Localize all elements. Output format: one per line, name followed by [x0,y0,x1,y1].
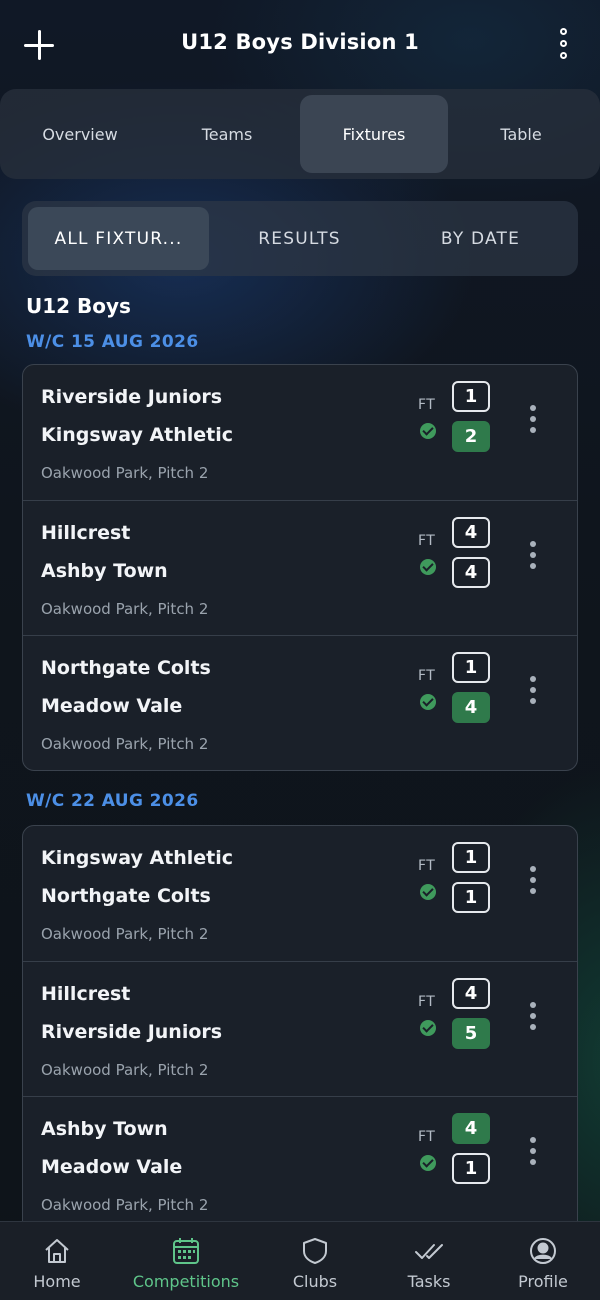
subtab-by-date[interactable]: BY DATE [390,207,571,270]
app-root: U12 Boys Division 1 Overview Teams Fixtu… [0,0,600,1300]
nav-label: Profile [518,1272,568,1291]
away-score: 4 [452,557,490,588]
away-team: Northgate Colts [41,885,211,907]
top-bar: U12 Boys Division 1 [0,0,600,92]
match-status: FT [418,533,436,549]
home-score: 1 [452,652,490,683]
nav-competitions[interactable]: Competitions [126,1222,246,1300]
match-status: FT [418,858,436,874]
user-circle-icon [528,1236,558,1266]
away-score: 5 [452,1018,490,1049]
more-vertical-icon[interactable] [526,1002,540,1032]
tab-fixtures[interactable]: Fixtures [300,95,448,173]
week-label: W/C 22 AUG 2026 [26,791,199,811]
nav-tasks[interactable]: Tasks [369,1222,489,1300]
match-status: FT [418,1129,436,1145]
more-vertical-icon[interactable] [526,541,540,571]
shield-icon [300,1236,330,1266]
away-score: 1 [452,1153,490,1184]
check-circle-icon [420,1155,436,1171]
venue: Oakwood Park, Pitch 2 [41,464,209,482]
away-team: Kingsway Athletic [41,424,234,446]
nav-label: Tasks [407,1272,451,1291]
match-status: FT [418,994,436,1010]
venue: Oakwood Park, Pitch 2 [41,735,209,753]
check-circle-icon [420,1020,436,1036]
check-circle-icon [420,694,436,710]
match-status: FT [418,397,436,413]
venue: Oakwood Park, Pitch 2 [41,925,209,943]
home-icon [42,1236,72,1266]
home-team: Riverside Juniors [41,386,223,408]
home-team: Ashby Town [41,1118,168,1140]
more-vertical-icon[interactable] [526,866,540,896]
fixture-row[interactable]: Hillcrest Ashby Town Oakwood Park, Pitch… [23,500,577,635]
checks-icon [414,1236,444,1266]
main-tabs: Overview Teams Fixtures Table [0,89,600,179]
nav-clubs[interactable]: Clubs [255,1222,375,1300]
home-score: 4 [452,517,490,548]
tab-overview[interactable]: Overview [6,95,154,173]
fixture-row[interactable]: Northgate Colts Meadow Vale Oakwood Park… [23,635,577,770]
week-label: W/C 15 AUG 2026 [26,332,199,352]
home-score: 1 [452,381,490,412]
subtab-all-fixtures[interactable]: ALL FIXTUR... [28,207,209,270]
home-team: Hillcrest [41,522,131,544]
more-vertical-icon[interactable] [552,28,576,62]
away-team: Ashby Town [41,560,168,582]
home-team: Hillcrest [41,983,131,1005]
fixtures-card: Kingsway Athletic Northgate Colts Oakwoo… [22,825,578,1245]
check-circle-icon [420,884,436,900]
nav-label: Home [33,1272,81,1291]
more-vertical-icon[interactable] [526,1137,540,1167]
venue: Oakwood Park, Pitch 2 [41,1196,209,1214]
away-team: Meadow Vale [41,695,183,717]
subtab-results[interactable]: RESULTS [209,207,390,270]
home-team: Northgate Colts [41,657,211,679]
nav-home[interactable]: Home [0,1222,117,1300]
away-score: 4 [452,692,490,723]
more-vertical-icon[interactable] [526,405,540,435]
group-title: U12 Boys [26,294,131,318]
away-team: Riverside Juniors [41,1021,223,1043]
home-score: 1 [452,842,490,873]
tab-teams[interactable]: Teams [153,95,301,173]
check-circle-icon [420,423,436,439]
fixture-row[interactable]: Kingsway Athletic Northgate Colts Oakwoo… [23,826,577,961]
venue: Oakwood Park, Pitch 2 [41,1061,209,1079]
venue: Oakwood Park, Pitch 2 [41,600,209,618]
match-status: FT [418,668,436,684]
page-title: U12 Boys Division 1 [181,30,419,54]
tab-table[interactable]: Table [447,95,595,173]
fixture-row[interactable]: Hillcrest Riverside Juniors Oakwood Park… [23,961,577,1096]
home-team: Kingsway Athletic [41,847,234,869]
fixture-row[interactable]: Riverside Juniors Kingsway Athletic Oakw… [23,365,577,500]
fixtures-card: Riverside Juniors Kingsway Athletic Oakw… [22,364,578,771]
away-score: 2 [452,421,490,452]
more-vertical-icon[interactable] [526,676,540,706]
check-circle-icon [420,559,436,575]
fixture-row[interactable]: Ashby Town Meadow Vale Oakwood Park, Pit… [23,1096,577,1231]
bottom-nav: Home Competitions Clubs Tasks Profile [0,1221,600,1300]
plus-icon[interactable] [22,28,58,64]
calendar-icon [171,1236,201,1266]
fixture-filter-tabs: ALL FIXTUR... RESULTS BY DATE [22,201,578,276]
nav-profile[interactable]: Profile [483,1222,600,1300]
away-team: Meadow Vale [41,1156,183,1178]
home-score: 4 [452,978,490,1009]
nav-label: Competitions [132,1272,240,1291]
nav-label: Clubs [292,1272,338,1291]
home-score: 4 [452,1113,490,1144]
away-score: 1 [452,882,490,913]
